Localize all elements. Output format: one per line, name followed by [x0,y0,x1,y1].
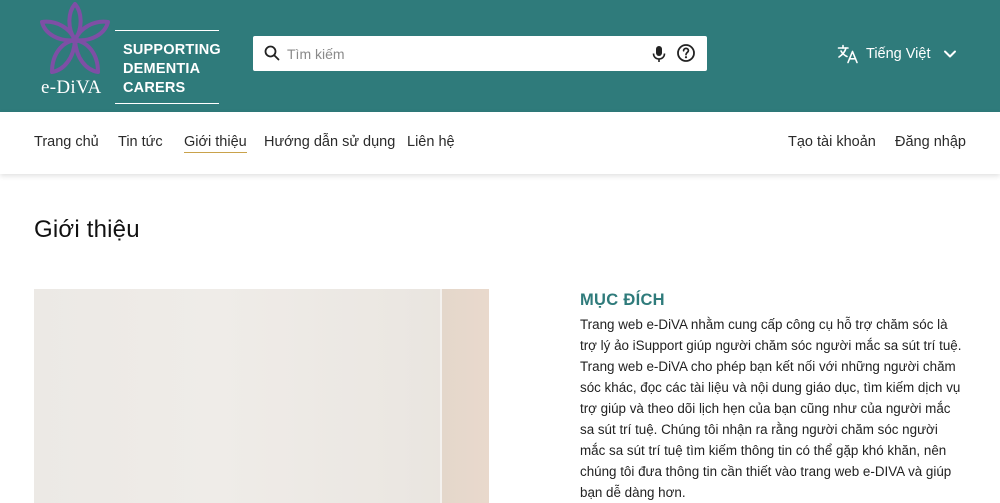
create-account-link[interactable]: Tạo tài khoản [788,134,876,150]
logo-text: e-DiVA [41,77,102,98]
tagline-line-1: SUPPORTING [123,42,221,58]
section-body-text: Trang web e-DiVA nhằm cung cấp công cụ h… [580,317,962,500]
tagline-line-3: CARERS [123,80,186,96]
flower-logo-icon [40,2,110,74]
site-logo[interactable]: e-DiVA SUPPORTING DEMENTIA CARERS [34,2,221,106]
mic-icon[interactable] [649,44,669,64]
page-title: Giới thiệu [34,216,140,243]
nav-item-home[interactable]: Trang chủ [34,134,99,150]
section-heading: MỤC ĐÍCH [580,291,665,309]
help-icon[interactable] [676,43,696,63]
language-selector[interactable]: Tiếng Việt [837,42,957,66]
top-header: e-DiVA SUPPORTING DEMENTIA CARERS Tìm ki… [0,0,1000,112]
search-input[interactable] [287,36,637,71]
tagline-line-2: DEMENTIA [123,61,201,77]
hero-image-edge [442,289,489,503]
nav-item-news[interactable]: Tin tức [118,134,163,150]
nav-item-about[interactable]: Giới thiệu [184,134,247,153]
logo-tagline: SUPPORTING DEMENTIA CARERS [115,30,221,104]
search-box [253,36,707,71]
main-nav: Trang chủ Tin tức Giới thiệu Hướng dẫn s… [0,112,1000,174]
nav-item-user-guide[interactable]: Hướng dẫn sử dụng [264,134,395,150]
translate-icon [837,44,858,64]
nav-item-contact[interactable]: Liên hệ [407,134,455,150]
chevron-down-icon [943,50,956,58]
login-link[interactable]: Đăng nhập [895,134,966,150]
hero-image [34,289,489,503]
search-icon[interactable] [264,45,280,61]
language-label: Tiếng Việt [866,46,931,62]
